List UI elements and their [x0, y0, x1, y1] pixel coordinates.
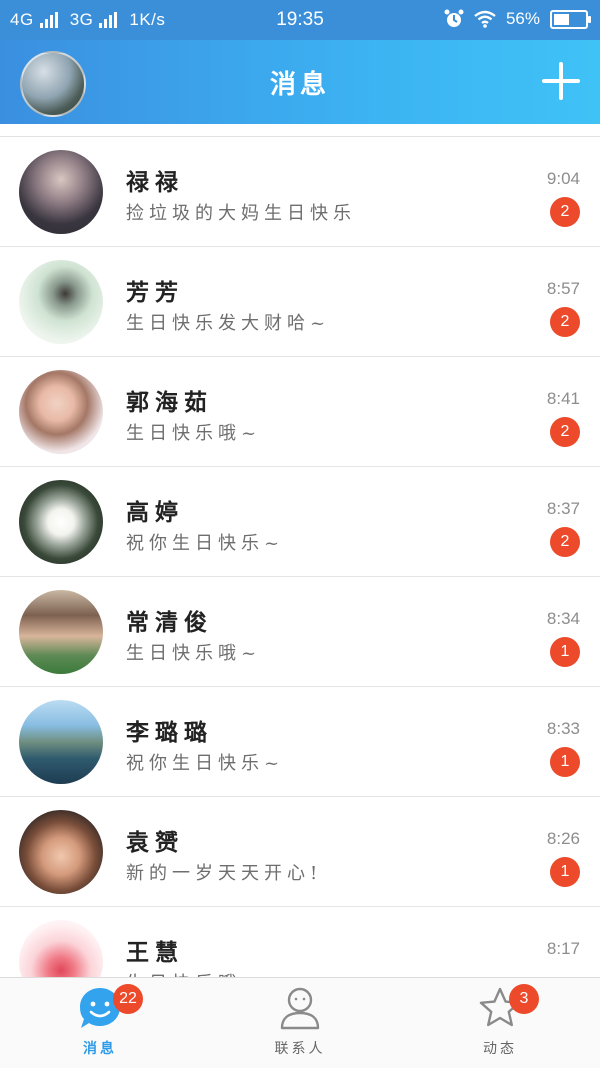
unread-badge: 1: [550, 637, 580, 667]
unread-badge: 2: [550, 527, 580, 557]
contact-name: 李璐璐: [126, 719, 213, 746]
messages-badge: 22: [113, 984, 143, 1014]
contact-name: 袁赟: [126, 829, 184, 856]
message-time: 8:33: [546, 719, 580, 738]
person-icon: [280, 987, 320, 1030]
tab-contacts[interactable]: 联系人: [200, 978, 400, 1068]
last-message: 捡垃圾的大妈生日快乐: [126, 203, 356, 224]
conversation-list[interactable]: 禄禄 捡垃圾的大妈生日快乐 9:04 2 芳芳 生日快乐发大财哈~ 8:57 2…: [0, 124, 600, 977]
contact-name: 芳芳: [126, 279, 184, 306]
app-header: 消息: [0, 40, 600, 124]
conversation-row[interactable]: 袁赟 新的一岁天天开心! 8:26 1: [0, 797, 600, 907]
contact-name: 高婷: [126, 499, 184, 526]
contact-name: 郭海茹: [126, 389, 213, 416]
contact-name: 王慧: [126, 939, 184, 966]
conversation-row[interactable]: 郭海茹 生日快乐哦~ 8:41 2: [0, 357, 600, 467]
last-message: 生日快乐哦~: [126, 423, 262, 444]
conversation-row[interactable]: 芳芳 生日快乐发大财哈~ 8:57 2: [0, 247, 600, 357]
status-right: 56%: [444, 9, 591, 29]
conversation-row[interactable]: 李璐璐 祝你生日快乐~ 8:33 1: [0, 687, 600, 797]
unread-badge: 1: [550, 747, 580, 777]
tab-label: 联系人: [274, 1041, 326, 1057]
bottom-tab-bar: 22 消息 联系人 3 动态: [0, 977, 600, 1068]
contact-avatar[interactable]: [19, 810, 103, 894]
last-message: 新的一岁天天开心!: [126, 863, 323, 884]
contact-name: 常清俊: [126, 609, 213, 636]
last-message: 祝你生日快乐~: [126, 753, 285, 774]
page-title: 消息: [269, 70, 330, 100]
status-bar: 4G 3G 1K/s 19:35 56%: [0, 0, 600, 40]
tab-label: 动态: [483, 1041, 517, 1057]
last-message: 祝你生日快乐~: [126, 533, 285, 554]
wifi-icon: [474, 10, 496, 28]
contact-avatar[interactable]: [19, 590, 103, 674]
message-time: 8:37: [546, 499, 580, 518]
alarm-icon: [444, 9, 464, 27]
contact-avatar[interactable]: [19, 370, 103, 454]
tab-moments[interactable]: 3 动态: [400, 978, 600, 1068]
battery-fill: [554, 13, 569, 25]
unread-badge: 1: [550, 857, 580, 887]
contact-avatar[interactable]: [19, 920, 103, 977]
add-plus-icon[interactable]: [542, 62, 580, 100]
unread-badge: 2: [550, 417, 580, 447]
last-message: 生日快乐哦: [126, 969, 241, 977]
tab-label: 消息: [83, 1041, 117, 1057]
contact-avatar[interactable]: [19, 700, 103, 784]
contact-avatar[interactable]: [19, 480, 103, 564]
contact-avatar[interactable]: [19, 150, 103, 234]
message-time: 9:04: [546, 169, 580, 188]
conversation-row[interactable]: 高婷 祝你生日快乐~ 8:37 2: [0, 467, 600, 577]
last-message: 生日快乐哦~: [126, 643, 262, 664]
moments-badge: 3: [509, 984, 539, 1014]
message-time: 8:17: [546, 939, 580, 958]
message-time: 8:34: [546, 609, 580, 628]
contact-avatar[interactable]: [19, 260, 103, 344]
unread-badge: 2: [550, 197, 580, 227]
message-time: 8:26: [546, 829, 580, 848]
last-message: 生日快乐发大财哈~: [126, 313, 331, 334]
conversation-row[interactable]: 王慧 生日快乐哦 8:17: [0, 907, 600, 977]
tab-messages[interactable]: 22 消息: [0, 978, 200, 1068]
unread-badge: 2: [550, 307, 580, 337]
conversation-row[interactable]: 禄禄 捡垃圾的大妈生日快乐 9:04 2: [0, 137, 600, 247]
battery-icon: [550, 9, 591, 29]
contact-name: 禄禄: [126, 169, 184, 196]
message-time: 8:57: [546, 279, 580, 298]
battery-percent: 56%: [505, 9, 540, 28]
list-top-divider: [0, 124, 600, 137]
conversation-row[interactable]: 常清俊 生日快乐哦~ 8:34 1: [0, 577, 600, 687]
message-time: 8:41: [546, 389, 580, 408]
